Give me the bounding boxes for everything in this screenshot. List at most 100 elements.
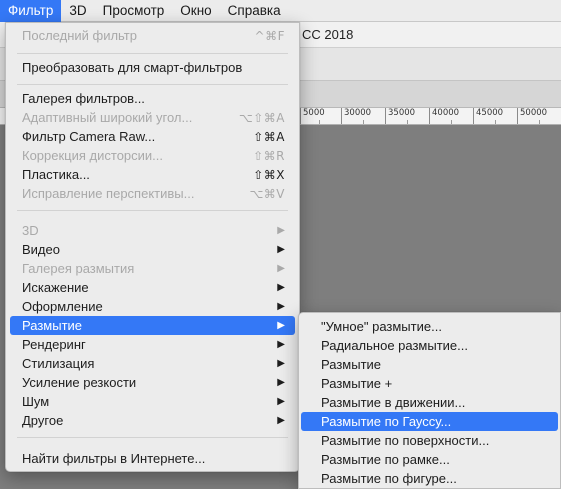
menu-item-label: Размытие xyxy=(321,357,382,372)
menu-item-label: Адаптивный широкий угол... xyxy=(22,110,193,125)
submenu-item-radial-blur[interactable]: Радиальное размытие... xyxy=(301,336,558,355)
menubar-item-view[interactable]: Просмотр xyxy=(95,0,173,22)
submenu-item-box-blur[interactable]: Размытие по рамке... xyxy=(301,450,558,469)
triangle-right-icon: ▶ xyxy=(277,225,285,236)
submenu-item-smart-blur[interactable]: "Умное" размытие... xyxy=(301,317,558,336)
menu-item-label: Усиление резкости xyxy=(22,375,137,390)
menu-item-label: Исправление перспективы... xyxy=(22,186,195,201)
triangle-right-icon: ▶ xyxy=(277,301,285,312)
menu-separator xyxy=(17,53,288,54)
ruler-minor-tick xyxy=(451,120,452,124)
menu-bar: Фильтр 3D Просмотр Окно Справка xyxy=(0,0,561,22)
ruler-minor-tick xyxy=(363,120,364,124)
menu-item-label: Размытие по фигуре... xyxy=(321,471,457,486)
menu-item-sharpen[interactable]: Усиление резкости ▶ xyxy=(10,373,295,392)
submenu-item-blur[interactable]: Размытие xyxy=(301,355,558,374)
menu-item-adaptive-wide-angle[interactable]: Адаптивный широкий угол... ⌥⇧⌘A xyxy=(10,108,295,127)
menubar-item-help[interactable]: Справка xyxy=(220,0,289,22)
triangle-right-icon: ▶ xyxy=(277,282,285,293)
ruler-label: 50000 xyxy=(517,108,547,124)
menu-item-label: Размытие + xyxy=(321,376,393,391)
ruler-label: 30000 xyxy=(341,108,371,124)
menu-item-label: Фильтр Camera Raw... xyxy=(22,129,156,144)
menu-item-lens-correction[interactable]: Коррекция дисторсии... ⇧⌘R xyxy=(10,146,295,165)
menu-item-blur-gallery[interactable]: Галерея размытия ▶ xyxy=(10,259,295,278)
triangle-right-icon: ▶ xyxy=(277,320,285,331)
menu-item-label: "Умное" размытие... xyxy=(321,319,442,334)
ruler-label: 35000 xyxy=(385,108,415,124)
menu-item-label: Пластика... xyxy=(22,167,90,182)
menu-item-blur[interactable]: Размытие ▶ xyxy=(10,316,295,335)
menu-item-pixelate[interactable]: Оформление ▶ xyxy=(10,297,295,316)
menu-item-filter-gallery[interactable]: Галерея фильтров... xyxy=(10,89,295,108)
menu-separator xyxy=(17,210,288,211)
ruler-minor-tick xyxy=(407,120,408,124)
submenu-item-shape-blur[interactable]: Размытие по фигуре... xyxy=(301,469,558,488)
ruler-minor-tick xyxy=(319,120,320,124)
ruler-minor-tick xyxy=(495,120,496,124)
menu-item-vanishing-point[interactable]: Исправление перспективы... ⌥⌘V xyxy=(10,184,295,203)
menu-item-distort[interactable]: Искажение ▶ xyxy=(10,278,295,297)
menu-item-label: Стилизация xyxy=(22,356,95,371)
submenu-item-gaussian-blur[interactable]: Размытие по Гауссу... xyxy=(301,412,558,431)
menu-item-label: Радиальное размытие... xyxy=(321,338,468,353)
submenu-item-surface-blur[interactable]: Размытие по поверхности... xyxy=(301,431,558,450)
ruler-label: 40000 xyxy=(429,108,459,124)
app-title: CC 2018 xyxy=(302,27,354,42)
menu-separator xyxy=(17,84,288,85)
menu-item-browse-filters-online[interactable]: Найти фильтры в Интернете... xyxy=(10,449,295,468)
menu-item-label: 3D xyxy=(22,223,39,238)
menu-item-shortcut: ⌥⌘V xyxy=(249,186,285,201)
menu-item-label: Оформление xyxy=(22,299,103,314)
menu-item-shortcut: ⇧⌘A xyxy=(253,129,285,144)
menu-item-liquify[interactable]: Пластика... ⇧⌘X xyxy=(10,165,295,184)
menu-item-stylize[interactable]: Стилизация ▶ xyxy=(10,354,295,373)
menu-item-label: Размытие по поверхности... xyxy=(321,433,490,448)
blur-submenu: "Умное" размытие... Радиальное размытие.… xyxy=(298,312,561,489)
menu-item-label: Искажение xyxy=(22,280,89,295)
triangle-right-icon: ▶ xyxy=(277,244,285,255)
menu-item-camera-raw[interactable]: Фильтр Camera Raw... ⇧⌘A xyxy=(10,127,295,146)
menu-item-render[interactable]: Рендеринг ▶ xyxy=(10,335,295,354)
menu-item-video[interactable]: Видео ▶ xyxy=(10,240,295,259)
menu-item-label: Рендеринг xyxy=(22,337,86,352)
menu-item-label: Другое xyxy=(22,413,64,428)
menu-item-convert-smart-filters[interactable]: Преобразовать для смарт-фильтров xyxy=(10,58,295,77)
triangle-right-icon: ▶ xyxy=(277,396,285,407)
submenu-item-blur-more[interactable]: Размытие + xyxy=(301,374,558,393)
menu-item-label: Шум xyxy=(22,394,50,409)
submenu-item-motion-blur[interactable]: Размытие в движении... xyxy=(301,393,558,412)
menubar-item-window[interactable]: Окно xyxy=(172,0,219,22)
ruler-label: 45000 xyxy=(473,108,503,124)
filter-menu: Последний фильтр ^⌘F Преобразовать для с… xyxy=(5,22,300,472)
menu-item-label: Размытие по рамке... xyxy=(321,452,450,467)
ruler-label: 5000 xyxy=(300,108,325,124)
menu-separator xyxy=(17,437,288,438)
menu-item-label: Размытие xyxy=(22,318,83,333)
menu-item-other[interactable]: Другое ▶ xyxy=(10,411,295,430)
menu-item-noise[interactable]: Шум ▶ xyxy=(10,392,295,411)
menu-item-label: Преобразовать для смарт-фильтров xyxy=(22,60,243,75)
menubar-item-3d[interactable]: 3D xyxy=(61,0,94,22)
menu-item-label: Галерея размытия xyxy=(22,261,135,276)
menu-item-label: Размытие в движении... xyxy=(321,395,466,410)
menu-item-last-filter[interactable]: Последний фильтр ^⌘F xyxy=(10,26,295,45)
triangle-right-icon: ▶ xyxy=(277,377,285,388)
ruler-minor-tick xyxy=(539,120,540,124)
menu-item-shortcut: ⌥⇧⌘A xyxy=(238,110,285,125)
menu-item-label: Найти фильтры в Интернете... xyxy=(22,451,206,466)
menubar-item-filter[interactable]: Фильтр xyxy=(0,0,62,22)
menu-item-shortcut: ⇧⌘X xyxy=(253,167,285,182)
menu-item-shortcut: ⇧⌘R xyxy=(253,148,285,163)
triangle-right-icon: ▶ xyxy=(277,263,285,274)
menu-item-label: Последний фильтр xyxy=(22,28,137,43)
menu-item-label: Размытие по Гауссу... xyxy=(321,414,452,429)
triangle-right-icon: ▶ xyxy=(277,415,285,426)
triangle-right-icon: ▶ xyxy=(277,339,285,350)
menu-item-label: Видео xyxy=(22,242,60,257)
menu-item-shortcut: ^⌘F xyxy=(254,28,285,43)
menu-item-label: Галерея фильтров... xyxy=(22,91,145,106)
menu-item-3d[interactable]: 3D ▶ xyxy=(10,221,295,240)
menu-item-label: Коррекция дисторсии... xyxy=(22,148,164,163)
triangle-right-icon: ▶ xyxy=(277,358,285,369)
